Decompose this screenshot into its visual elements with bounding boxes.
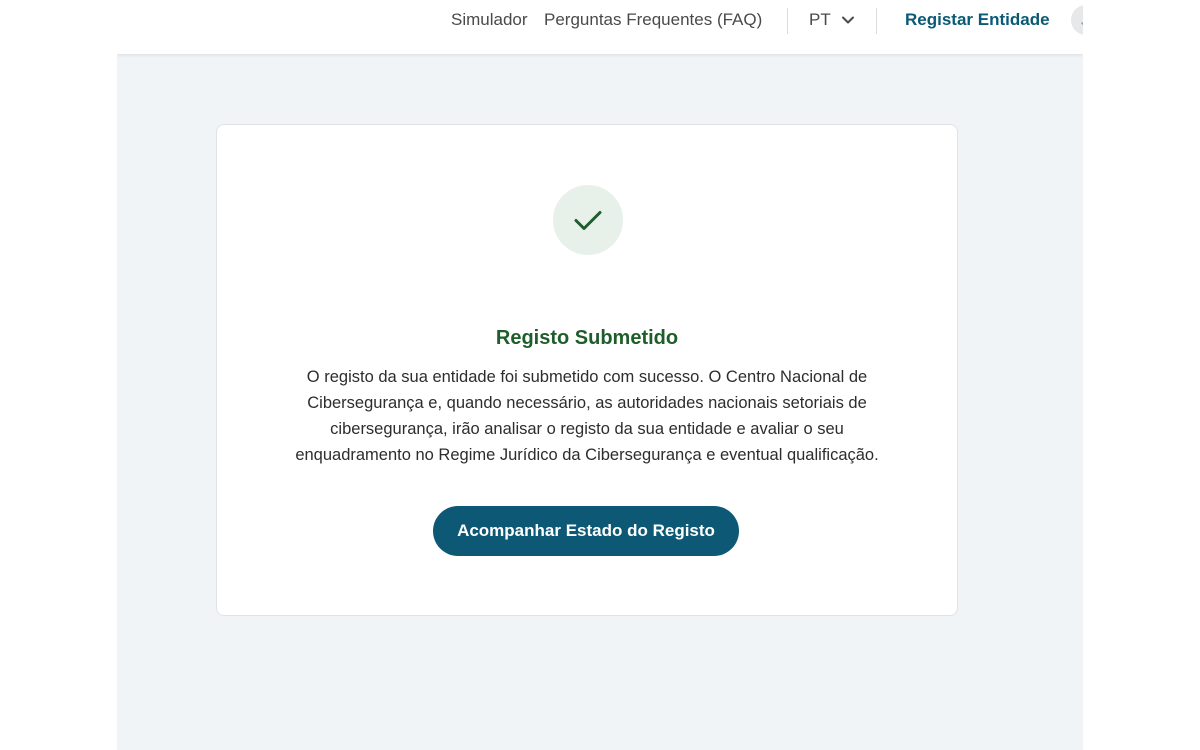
register-entity-link[interactable]: Registar Entidade xyxy=(905,10,1050,30)
language-selected-label: PT xyxy=(809,10,831,29)
language-selector[interactable]: PT xyxy=(809,8,855,32)
check-icon xyxy=(574,211,602,230)
nav-link-simulador[interactable]: Simulador xyxy=(451,10,528,30)
confirmation-card: Registo Submetido O registo da sua entid… xyxy=(216,124,958,616)
confirmation-message: O registo da sua entidade foi submetido … xyxy=(295,368,879,464)
confirmation-title: Registo Submetido xyxy=(495,327,679,349)
track-registration-status-button[interactable]: Acompanhar Estado do Registo xyxy=(433,506,739,556)
nav-link-faq[interactable]: Perguntas Frequentes (FAQ) xyxy=(544,10,762,30)
chevron-down-icon xyxy=(841,16,854,24)
top-navigation-bar: Simulador Perguntas Frequentes (FAQ) PT … xyxy=(117,0,1083,55)
nav-divider xyxy=(876,8,877,34)
page-viewport: Simulador Perguntas Frequentes (FAQ) PT … xyxy=(117,0,1083,750)
avatar[interactable]: J xyxy=(1071,5,1083,35)
success-icon-circle xyxy=(553,185,623,255)
nav-divider xyxy=(787,8,788,34)
